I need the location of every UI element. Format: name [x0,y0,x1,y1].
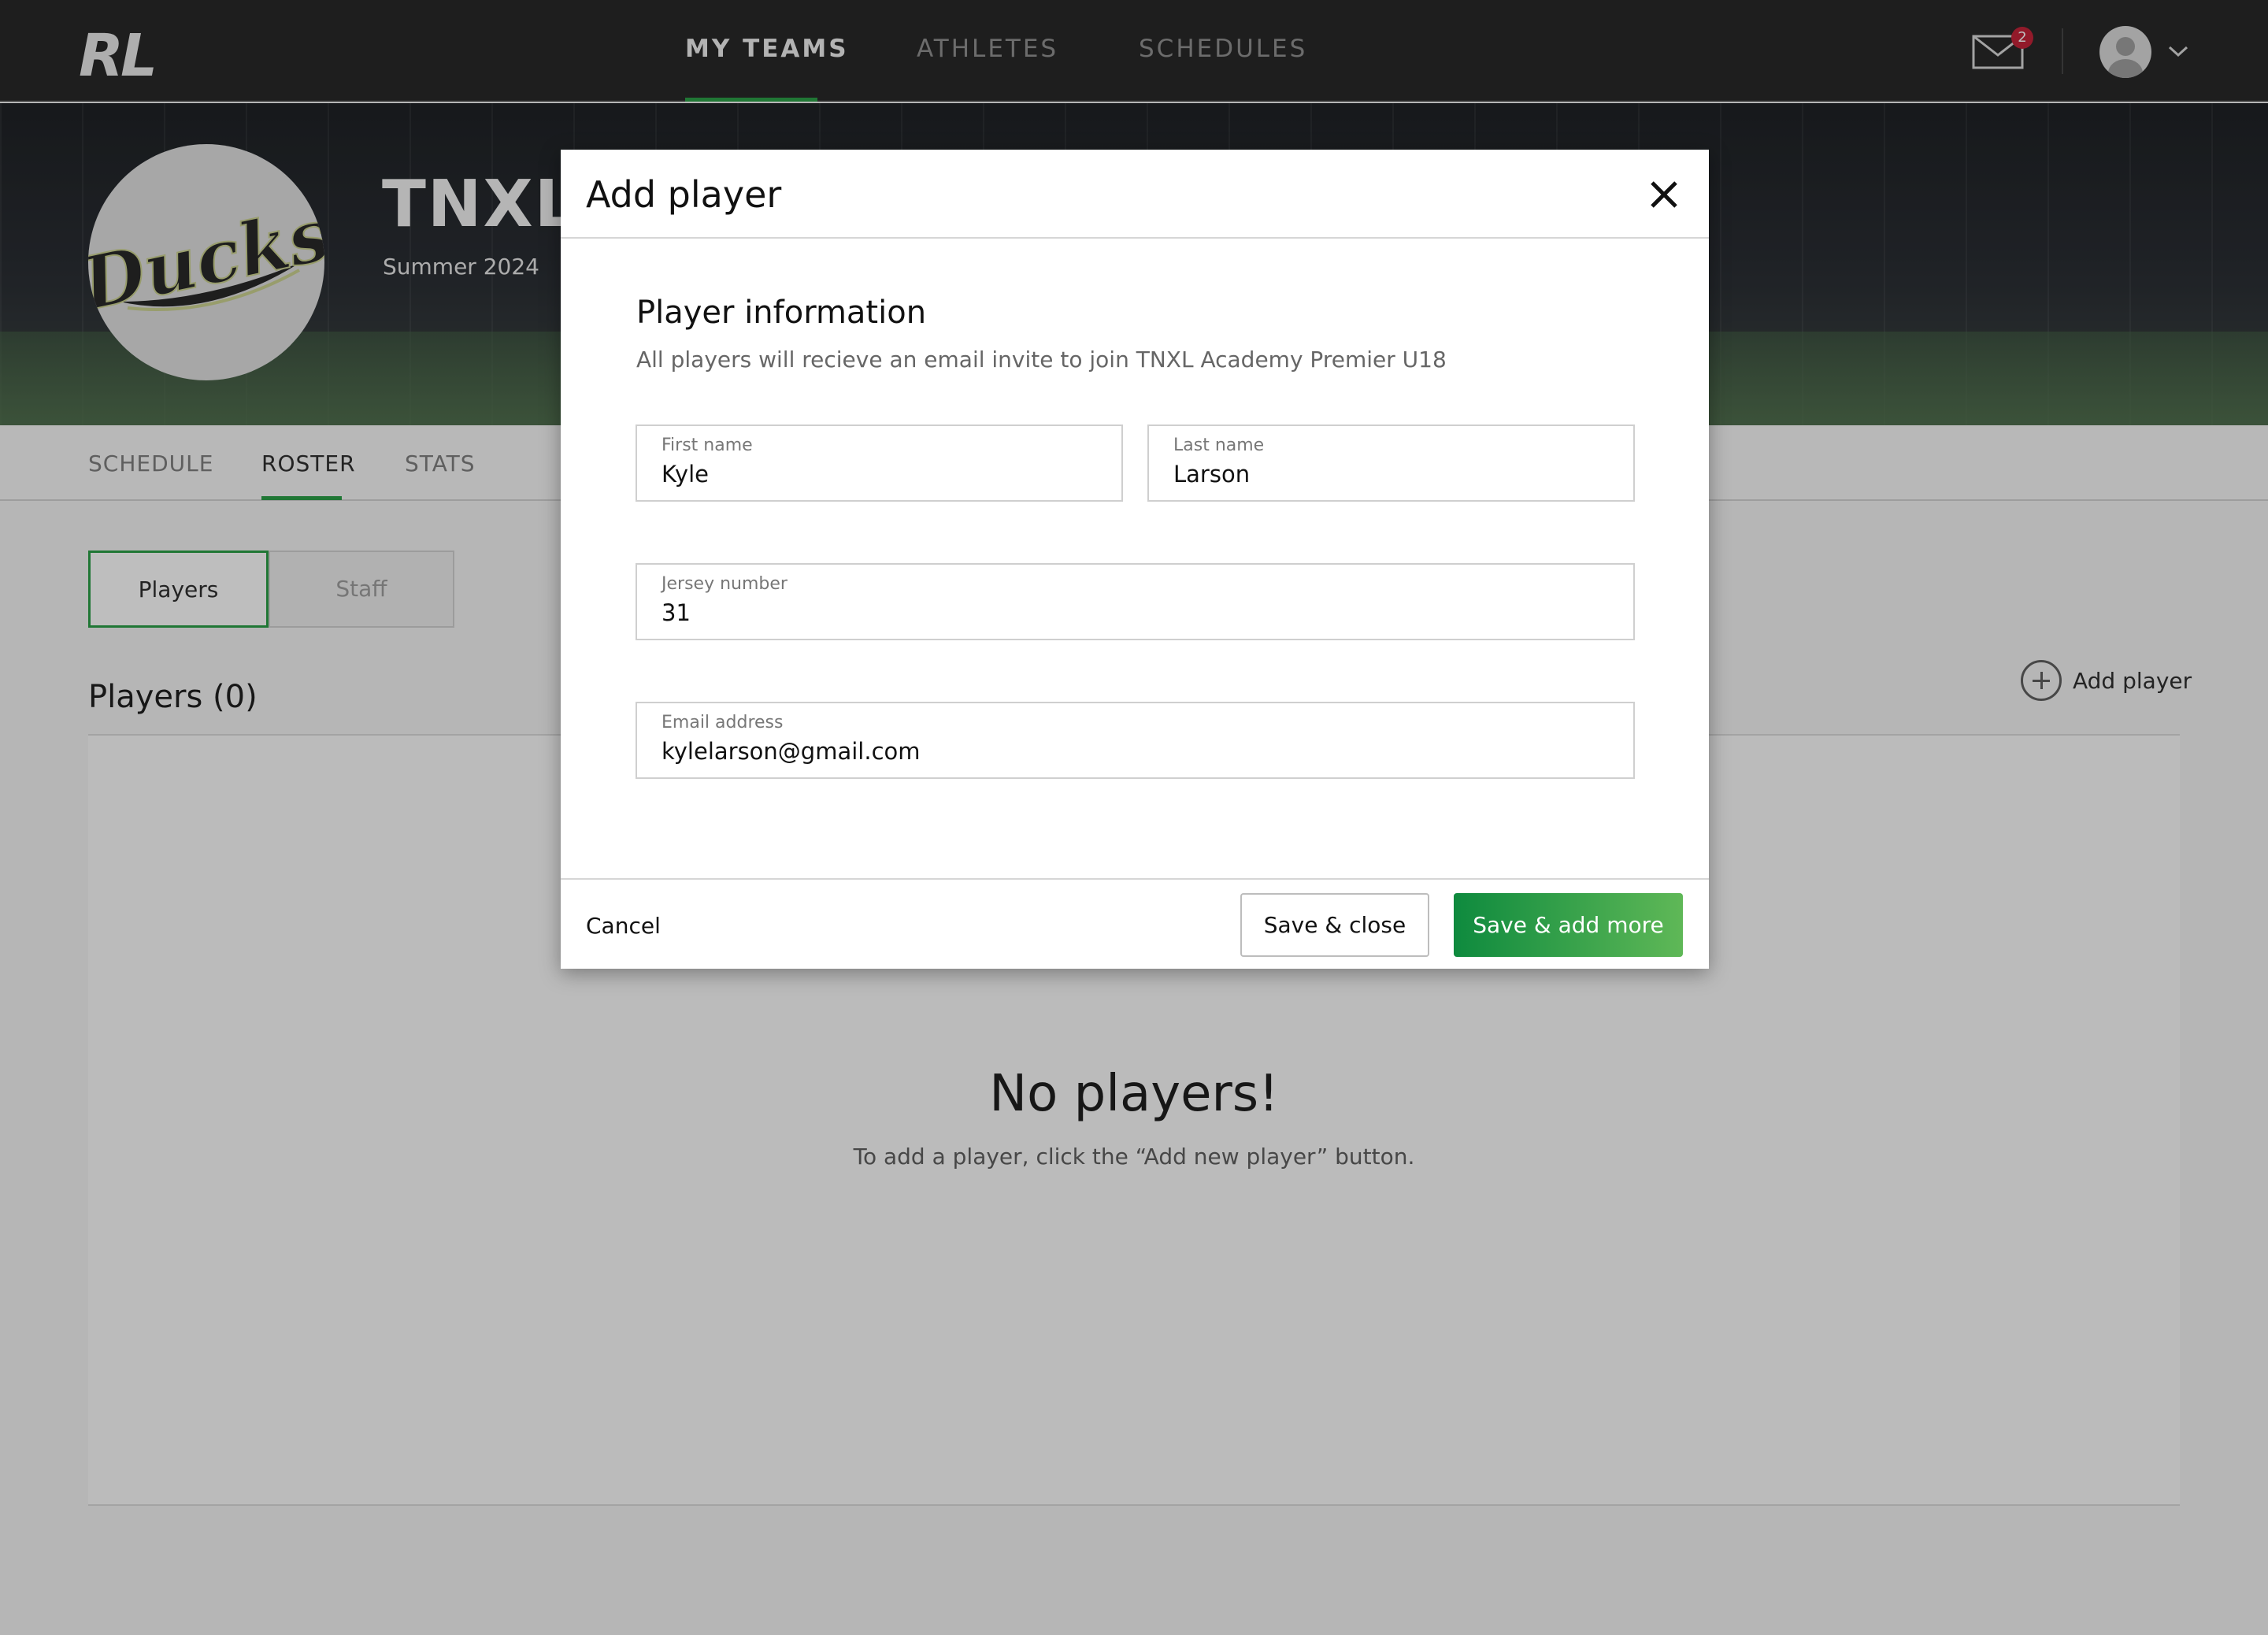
first-name-field[interactable]: First name [636,425,1123,502]
last-name-label: Last name [1173,436,1265,455]
section-title: Player information [636,295,927,331]
add-player-modal: Add player Player information All player… [561,150,1709,969]
email-label: Email address [662,713,784,732]
modal-title: Add player [586,173,782,216]
first-name-input[interactable] [662,461,1099,488]
jersey-number-input[interactable] [662,599,1610,626]
modal-header: Add player [561,150,1709,239]
cancel-button[interactable]: Cancel [586,913,661,939]
close-icon[interactable] [1647,178,1681,211]
modal-footer: Cancel Save & close Save & add more [561,878,1709,969]
email-input[interactable] [662,738,1610,765]
first-name-label: First name [662,436,753,455]
last-name-input[interactable] [1173,461,1610,488]
save-close-button[interactable]: Save & close [1240,893,1429,957]
jersey-number-label: Jersey number [662,574,788,594]
last-name-field[interactable]: Last name [1147,425,1635,502]
save-add-more-button[interactable]: Save & add more [1454,893,1683,957]
jersey-number-field[interactable]: Jersey number [636,563,1635,640]
section-subtitle: All players will recieve an email invite… [636,347,1447,373]
email-field[interactable]: Email address [636,702,1635,779]
